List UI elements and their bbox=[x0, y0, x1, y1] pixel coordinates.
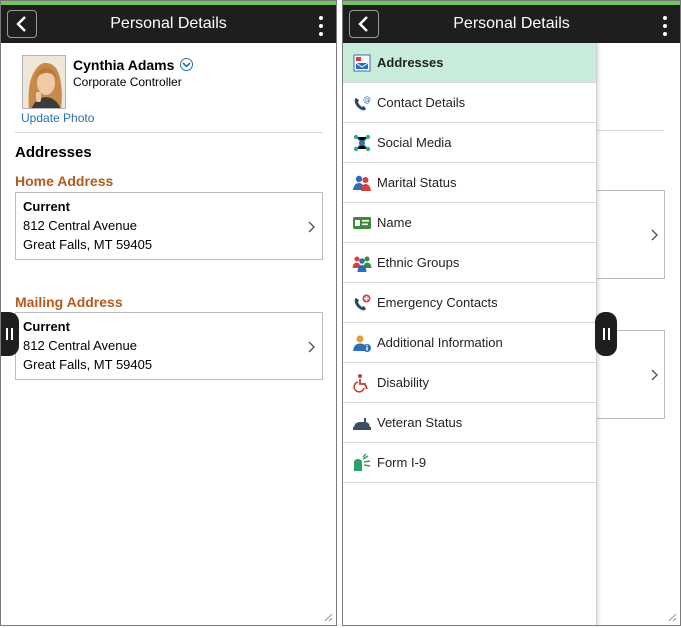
actions-menu-icon[interactable] bbox=[662, 16, 668, 36]
menu-item-label: Disability bbox=[377, 375, 430, 390]
addresses-icon bbox=[351, 52, 373, 74]
menu-item-contact-details[interactable]: @ Contact Details bbox=[343, 83, 596, 123]
header-bar: Personal Details bbox=[1, 5, 336, 43]
mailing-address-heading: Mailing Address bbox=[15, 294, 123, 310]
menu-item-social-media[interactable]: Social Media bbox=[343, 123, 596, 163]
menu-item-veteran-status[interactable]: Veteran Status bbox=[343, 403, 596, 443]
divider bbox=[15, 132, 323, 133]
side-panel-toggle-handle[interactable] bbox=[1, 312, 19, 356]
address-line-1: 812 Central Avenue bbox=[23, 218, 137, 233]
side-panel-toggle-handle[interactable] bbox=[595, 312, 617, 356]
menu-item-label: Emergency Contacts bbox=[377, 295, 498, 310]
menu-item-label: Social Media bbox=[377, 135, 452, 150]
update-photo-link[interactable]: Update Photo bbox=[21, 111, 94, 125]
employee-photo bbox=[22, 55, 66, 109]
address-status: Current bbox=[23, 319, 70, 334]
emergency-contacts-icon bbox=[351, 292, 373, 314]
additional-info-icon bbox=[351, 332, 373, 354]
menu-item-addresses[interactable]: Addresses bbox=[343, 43, 596, 83]
employee-menu-chevron-icon[interactable] bbox=[180, 58, 193, 71]
employee-job-title: Corporate Controller bbox=[73, 75, 182, 89]
navigation-menu: Addresses @ Contact Details Social Media… bbox=[343, 43, 597, 625]
resize-grip-icon[interactable] bbox=[667, 612, 677, 622]
section-title: Addresses bbox=[15, 144, 92, 161]
marital-status-icon bbox=[351, 172, 373, 194]
chevron-right-icon bbox=[308, 341, 315, 353]
resize-grip-icon[interactable] bbox=[323, 612, 333, 622]
menu-item-name[interactable]: Name bbox=[343, 203, 596, 243]
ethnic-groups-icon bbox=[351, 252, 373, 274]
veteran-status-icon bbox=[351, 412, 373, 434]
menu-item-label: Veteran Status bbox=[377, 415, 463, 430]
menu-item-label: Addresses bbox=[377, 55, 444, 70]
divider bbox=[596, 130, 664, 131]
social-media-icon bbox=[351, 132, 373, 154]
personal-details-panel-right: Personal Details Addresses @ Contact Det… bbox=[342, 0, 681, 626]
menu-item-disability[interactable]: Disability bbox=[343, 363, 596, 403]
address-status: Current bbox=[23, 199, 70, 214]
menu-item-form-i9[interactable]: Form I-9 bbox=[343, 443, 596, 483]
menu-item-marital-status[interactable]: Marital Status bbox=[343, 163, 596, 203]
home-address-heading: Home Address bbox=[15, 173, 114, 189]
address-line-1: 812 Central Avenue bbox=[23, 338, 137, 353]
menu-item-ethnic-groups[interactable]: Ethnic Groups bbox=[343, 243, 596, 283]
mailing-address-card[interactable]: Current 812 Central Avenue Great Falls, … bbox=[15, 312, 323, 380]
chevron-right-icon bbox=[651, 369, 658, 381]
form-i9-icon bbox=[351, 452, 373, 474]
header-bar: Personal Details bbox=[343, 5, 680, 43]
chevron-right-icon bbox=[308, 221, 315, 233]
actions-menu-icon[interactable] bbox=[318, 16, 324, 36]
menu-item-label: Ethnic Groups bbox=[377, 255, 460, 270]
address-line-2: Great Falls, MT 59405 bbox=[23, 357, 153, 372]
address-line-2: Great Falls, MT 59405 bbox=[23, 237, 153, 252]
home-address-card[interactable]: Current 812 Central Avenue Great Falls, … bbox=[15, 192, 323, 260]
menu-item-label: Marital Status bbox=[377, 175, 457, 190]
menu-item-label: Additional Information bbox=[377, 335, 503, 350]
name-card-icon bbox=[351, 212, 373, 234]
page-title: Personal Details bbox=[110, 15, 227, 32]
menu-item-label: Name bbox=[377, 215, 412, 230]
disability-icon bbox=[351, 372, 373, 394]
page-title: Personal Details bbox=[453, 15, 570, 32]
employee-name: Cynthia Adams bbox=[73, 57, 175, 73]
menu-item-label: Contact Details bbox=[377, 95, 466, 110]
menu-item-label: Form I-9 bbox=[377, 455, 427, 470]
chevron-right-icon bbox=[651, 229, 658, 241]
menu-item-emergency-contacts[interactable]: Emergency Contacts bbox=[343, 283, 596, 323]
contact-details-icon: @ bbox=[351, 92, 373, 114]
menu-item-additional-information[interactable]: Additional Information bbox=[343, 323, 596, 363]
svg-text:@: @ bbox=[363, 95, 371, 104]
personal-details-panel-left: Personal Details Cynthia Adams Corporate… bbox=[0, 0, 337, 626]
